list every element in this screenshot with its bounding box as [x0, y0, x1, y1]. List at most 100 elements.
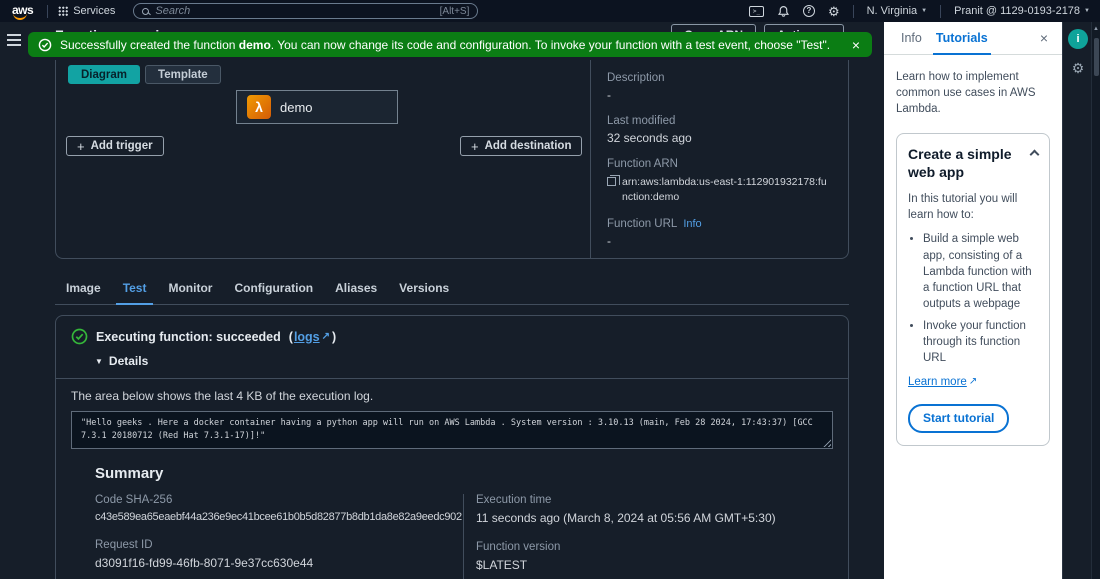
description-label: Description: [607, 72, 665, 84]
details-expander[interactable]: ▼ Details: [95, 354, 833, 368]
nav-divider: [47, 4, 49, 18]
last-modified-value: 32 seconds ago: [607, 131, 692, 145]
diagram-toggle[interactable]: Diagram: [68, 65, 141, 84]
chevron-up-icon: [1029, 149, 1040, 160]
add-trigger-button[interactable]: + Add trigger: [66, 136, 164, 156]
cloudshell-icon: >_: [748, 5, 764, 17]
caret-down-icon: ▼: [95, 356, 103, 366]
function-overview-panel: Diagram Template λ demo + Add trigger + …: [55, 60, 849, 259]
scrollbar-up-icon: ▲: [1093, 26, 1099, 32]
function-arn-label: Function ARN: [607, 158, 678, 170]
copy-arn-button[interactable]: Copy ARN: [671, 24, 757, 32]
function-overview-title: Function overview: [55, 27, 178, 32]
side-nav-rail: [0, 22, 28, 579]
gear-icon: ⚙: [827, 3, 840, 19]
function-diagram-node[interactable]: λ demo: [236, 90, 398, 124]
function-url-info-link[interactable]: Info: [683, 218, 701, 230]
tab-configuration[interactable]: Configuration: [223, 275, 324, 304]
learn-more-link[interactable]: Learn more: [908, 374, 967, 390]
start-tutorial-button[interactable]: Start tutorial: [908, 404, 1010, 434]
search-shortcut: [Alt+S]: [439, 5, 470, 17]
tab-image[interactable]: Image: [55, 275, 112, 304]
page-scrollbar[interactable]: ▲: [1091, 22, 1100, 579]
tutorial-title: Create a simple web app: [908, 146, 1012, 180]
plus-icon: +: [77, 138, 85, 154]
tutorial-bullet-list: Build a simple web app, consisting of a …: [908, 231, 1038, 366]
region-selector[interactable]: N. Virginia ▼: [867, 5, 928, 17]
template-toggle[interactable]: Template: [145, 65, 221, 84]
tab-versions[interactable]: Versions: [388, 275, 460, 304]
search-bar[interactable]: [Alt+S]: [133, 3, 479, 19]
logs-link[interactable]: logs: [294, 330, 320, 344]
help-panel-header: Info Tutorials ×: [884, 22, 1062, 55]
bell-icon: [777, 5, 789, 17]
services-menu[interactable]: Services: [58, 5, 115, 17]
tab-aliases[interactable]: Aliases: [324, 275, 388, 304]
test-result-panel: Executing function: succeeded (logs ↗) ▼ …: [55, 315, 849, 579]
function-url-value: -: [607, 234, 611, 249]
region-label: N. Virginia: [866, 5, 918, 17]
summary-field: Execution time 11 seconds ago (March 8, …: [476, 494, 776, 526]
notifications-button[interactable]: [777, 5, 790, 18]
info-link[interactable]: Info: [186, 31, 204, 32]
nav-divider: [940, 4, 942, 18]
function-tabs: Image Test Monitor Configuration Aliases…: [55, 275, 849, 305]
log-hint-text: The area below shows the last 4 KB of th…: [71, 389, 374, 403]
copy-icon[interactable]: [607, 175, 620, 186]
info-assistant-icon[interactable]: i: [1068, 29, 1088, 49]
cloudshell-button[interactable]: >_: [748, 5, 764, 17]
success-check-icon: [38, 38, 52, 51]
search-input[interactable]: [155, 5, 434, 17]
account-label: Pranit @ 1129-0193-2178: [954, 5, 1081, 17]
summary-field: Code SHA-256 c43e589ea65eaebf44a236e9ec4…: [95, 494, 462, 524]
lambda-service-icon: λ: [247, 95, 271, 119]
function-arn-row: arn:aws:lambda:us-east-1:112901932178:fu…: [607, 175, 832, 205]
nav-divider: [852, 4, 854, 18]
help-close-icon[interactable]: ×: [1036, 28, 1052, 48]
question-icon: ?: [802, 5, 815, 17]
function-url-label: Function URL Info: [607, 218, 702, 231]
caret-down-icon: ▼: [1084, 8, 1090, 14]
help-tab-info[interactable]: Info: [894, 22, 929, 54]
top-navigation: aws Services [Alt+S] >_ ? ⚙ N. Virginia …: [0, 0, 1100, 22]
aws-logo[interactable]: aws: [10, 3, 37, 20]
settings-button[interactable]: ⚙: [828, 5, 840, 18]
clipped-page-header: Function overview Info Copy ARN Actions …: [28, 22, 884, 32]
menu-toggle[interactable]: [7, 34, 21, 579]
flash-function-name: demo: [238, 37, 271, 52]
actions-button[interactable]: Actions ▼: [764, 24, 844, 32]
help-intro-text: Learn how to implement common use cases …: [896, 71, 1036, 116]
summary-heading: Summary: [95, 465, 164, 483]
summary-fields: Code SHA-256 c43e589ea65eaebf44a236e9ec4…: [95, 494, 833, 579]
external-link-icon: ↗: [321, 331, 331, 342]
tutorial-card-header[interactable]: Create a simple web app: [908, 146, 1040, 181]
external-link-icon: ↗: [968, 376, 978, 388]
tab-monitor[interactable]: Monitor: [157, 275, 223, 304]
help-tab-tutorials[interactable]: Tutorials: [929, 22, 995, 55]
help-button[interactable]: ?: [802, 5, 815, 17]
tutorial-lead: In this tutorial you will learn how to:: [908, 193, 1018, 222]
success-flashbar: Successfully created the function demo. …: [28, 32, 872, 57]
function-arn-value: arn:aws:lambda:us-east-1:112901932178:fu…: [622, 176, 827, 204]
function-details-column: Description - Last modified 32 seconds a…: [590, 60, 848, 258]
add-destination-button[interactable]: + Add destination: [460, 136, 583, 156]
execution-status-text: Executing function: succeeded: [96, 329, 281, 344]
aws-console-screen: aws Services [Alt+S] >_ ? ⚙ N. Virginia …: [0, 0, 1100, 579]
caret-down-icon: ▼: [921, 8, 928, 14]
tutorial-bullet: Invoke your function through its functio…: [923, 318, 1038, 366]
last-modified-label: Last modified: [607, 115, 676, 127]
main-content: Function overview Info Copy ARN Actions …: [28, 22, 884, 579]
account-menu[interactable]: Pranit @ 1129-0193-2178 ▼: [954, 5, 1090, 17]
description-value: -: [607, 88, 611, 102]
help-panel: Info Tutorials × Learn how to implement …: [884, 22, 1062, 579]
tab-test[interactable]: Test: [112, 275, 158, 305]
tutorial-card: Create a simple web app In this tutorial…: [896, 133, 1050, 447]
panel-divider: [56, 378, 848, 379]
services-grid-icon: [58, 6, 69, 16]
flashbar-close-icon[interactable]: ×: [850, 38, 862, 52]
function-name: demo: [280, 99, 313, 115]
rail-gear-icon[interactable]: ⚙: [1068, 58, 1088, 78]
execution-log-box[interactable]: "Hello geeks . Here a docker container h…: [71, 411, 833, 450]
scrollbar-thumb[interactable]: [1094, 38, 1099, 76]
success-circle-icon: [71, 328, 88, 345]
